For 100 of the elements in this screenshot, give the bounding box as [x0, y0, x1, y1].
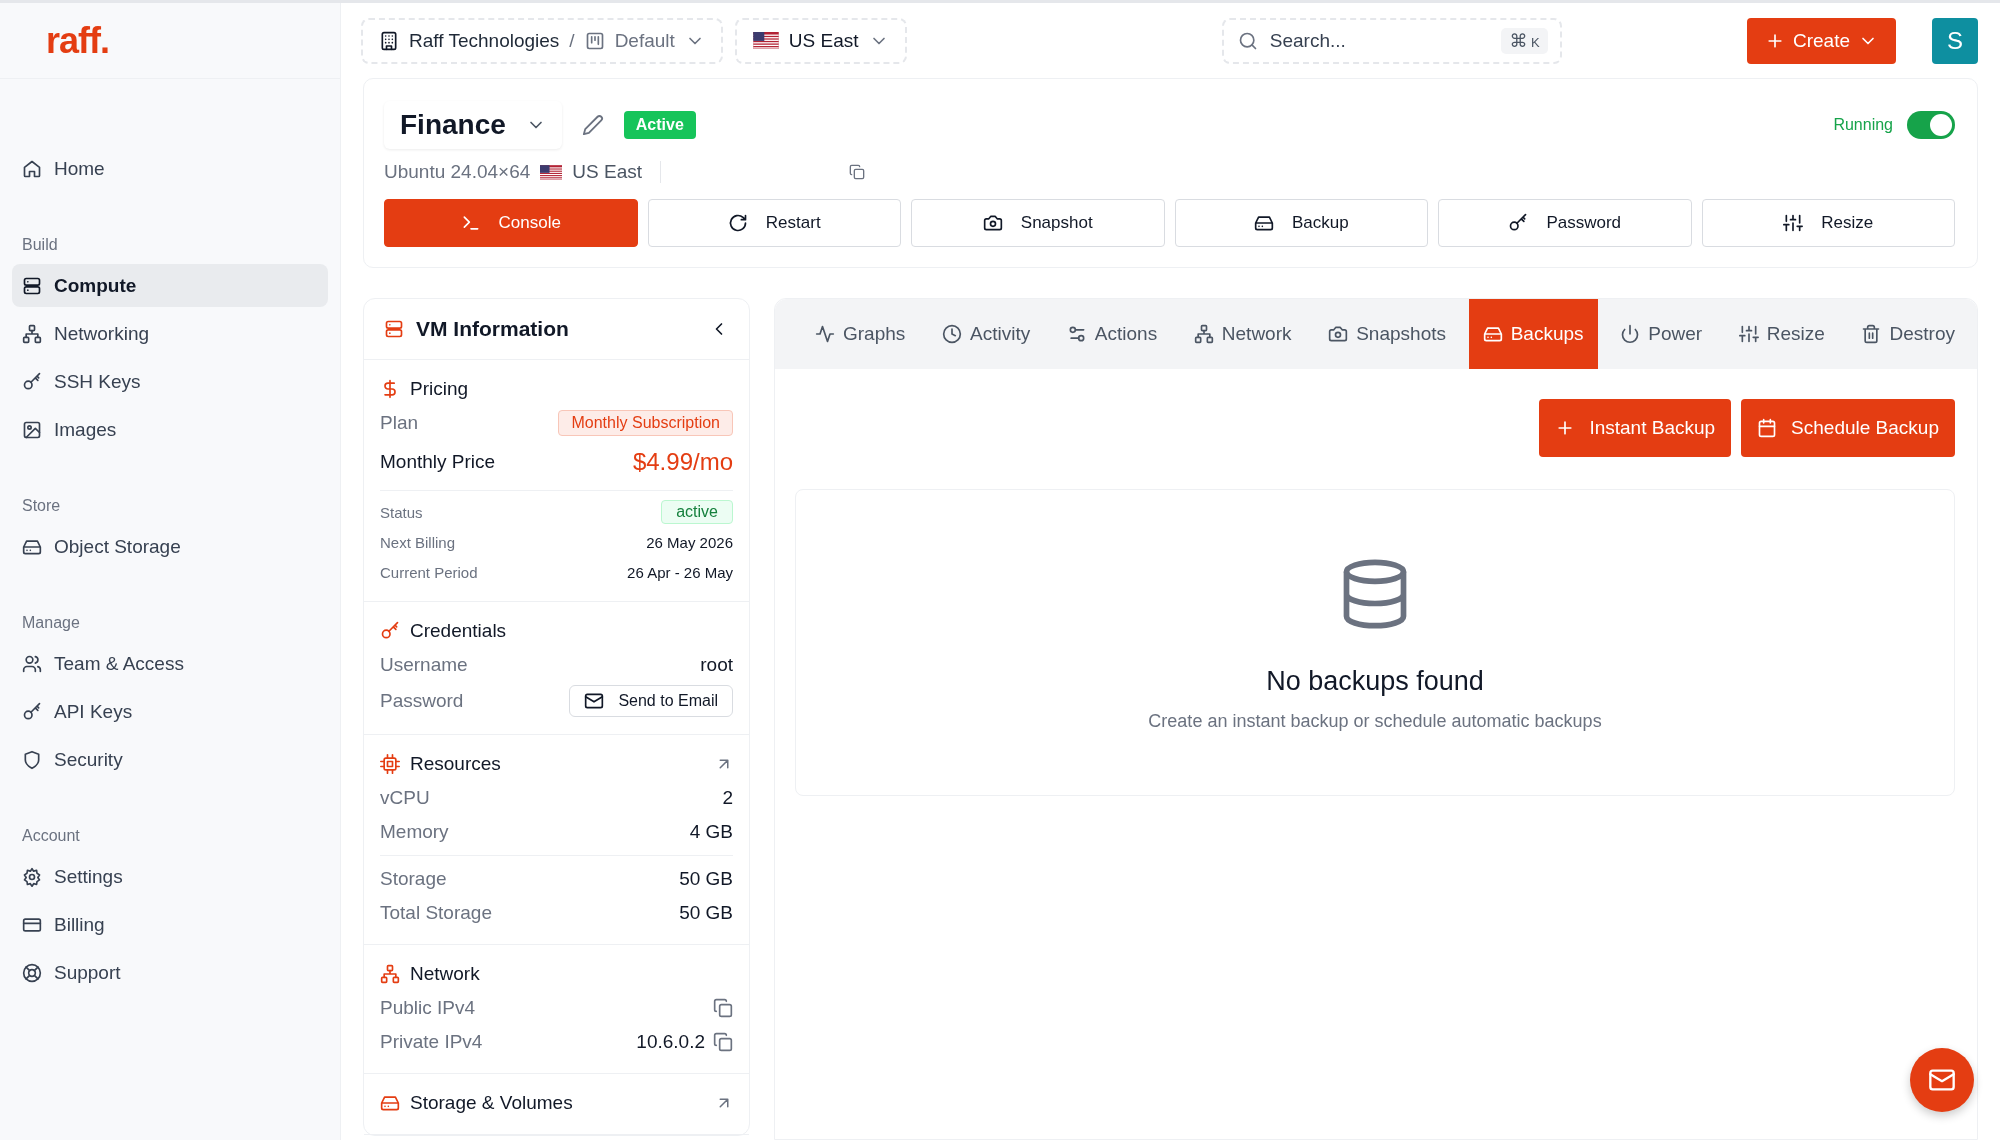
sidebar-item[interactable]: Object Storage: [12, 525, 328, 568]
drive-icon: [1482, 324, 1503, 344]
field-label: Memory: [380, 821, 449, 843]
action-button[interactable]: Resize: [1701, 199, 1955, 247]
tab[interactable]: Backups: [1468, 299, 1598, 369]
key-icon: [1508, 213, 1529, 233]
field-label: Next Billing: [380, 533, 456, 551]
tab[interactable]: Destroy: [1847, 299, 1969, 369]
edit-icon[interactable]: [581, 114, 604, 136]
nav-section-title: Build: [21, 235, 59, 255]
search-icon: [1237, 30, 1258, 51]
avatar[interactable]: S: [1932, 17, 1978, 64]
us-flag-icon: [752, 32, 779, 49]
sidebar-item[interactable]: Security: [12, 738, 328, 781]
field-value: 26 May 2026: [646, 533, 733, 551]
network-icon: [1193, 324, 1214, 344]
organization-name: Raff Technologies: [409, 29, 560, 52]
network-icon: [380, 964, 400, 984]
sidebar-item[interactable]: API Keys: [12, 690, 328, 733]
nav-section-title: Account: [21, 826, 81, 846]
server-icon: [22, 275, 42, 296]
action-button[interactable]: Password: [1438, 199, 1692, 247]
pulse-icon: [815, 324, 835, 344]
sidebar-item[interactable]: SSH Keys: [12, 360, 328, 403]
copy-icon[interactable]: [713, 998, 733, 1018]
vm-name-selector[interactable]: Finance: [384, 101, 562, 149]
sidebar-item[interactable]: Support: [12, 951, 328, 994]
region-selector[interactable]: US East: [734, 17, 907, 64]
tab[interactable]: Activity: [928, 299, 1045, 369]
mail-icon: [584, 691, 605, 711]
settings-icon: [22, 866, 42, 887]
server-icon: [384, 319, 404, 339]
price-value: $4.99/mo: [632, 448, 733, 476]
create-button[interactable]: Create: [1747, 17, 1896, 64]
key-icon: [22, 371, 42, 392]
empty-message: Create an instant backup or schedule automatic backups: [1148, 710, 1602, 732]
field-value: 10.6.0.2: [636, 1031, 705, 1053]
section-title: Pricing: [410, 378, 469, 400]
power-icon: [1620, 324, 1641, 344]
logo[interactable]: raff.: [0, 3, 340, 79]
sliders-icon: [1783, 213, 1804, 233]
tab[interactable]: Graphs: [801, 299, 920, 369]
action-button[interactable]: Backup: [1174, 199, 1428, 247]
section-title: Credentials: [410, 620, 507, 642]
shortcut-hint: ⌘ K: [1501, 27, 1548, 54]
backup-button[interactable]: Schedule Backup: [1741, 399, 1955, 457]
sidebar-item[interactable]: Networking: [12, 312, 328, 355]
breadcrumb-selector[interactable]: Raff Technologies / Default: [361, 17, 723, 64]
chip-icon: [380, 754, 400, 774]
field-label: Private IPv4: [380, 1031, 483, 1053]
sidebar-item[interactable]: Home: [12, 147, 328, 190]
field-value: 50 GB: [679, 902, 733, 924]
status-badge: Active: [623, 111, 696, 139]
field-value: 26 Apr - 26 May: [627, 563, 733, 581]
field-label: Username: [380, 654, 468, 676]
camera-icon: [1328, 324, 1349, 344]
plan-badge: Monthly Subscription: [558, 410, 733, 436]
sidebar-item[interactable]: Team & Access: [12, 642, 328, 685]
tab[interactable]: Snapshots: [1314, 299, 1460, 369]
clock-icon: [942, 324, 962, 344]
copy-icon[interactable]: [849, 164, 866, 180]
sidebar-item[interactable]: Compute: [12, 264, 328, 307]
nav-section-title: Store: [21, 496, 62, 516]
field-label: Status: [380, 503, 423, 521]
trash-icon: [1861, 324, 1882, 344]
send-email-button[interactable]: Send to Email: [569, 685, 733, 717]
action-button[interactable]: Snapshot: [911, 199, 1165, 247]
sidebar-item[interactable]: Billing: [12, 903, 328, 946]
section-title: Network: [410, 963, 480, 985]
key-icon: [380, 621, 400, 641]
users-icon: [22, 653, 42, 674]
field-value: 50 GB: [679, 868, 733, 890]
field-label: Plan: [380, 412, 419, 434]
status-badge: active: [661, 500, 733, 524]
tab[interactable]: Power: [1606, 299, 1717, 369]
field-value: 4 GB: [689, 821, 733, 843]
field-value: 2: [722, 787, 733, 809]
field-label: Monthly Price: [380, 451, 496, 473]
tab[interactable]: Network: [1179, 299, 1306, 369]
backup-button[interactable]: Instant Backup: [1539, 399, 1732, 457]
sliders-icon: [1738, 324, 1759, 344]
tab[interactable]: Actions: [1052, 299, 1172, 369]
running-toggle[interactable]: [1907, 111, 1955, 139]
breadcrumb-separator: /: [569, 29, 575, 52]
tab[interactable]: Resize: [1724, 299, 1839, 369]
image-icon: [22, 419, 42, 440]
sidebar-item[interactable]: Settings: [12, 855, 328, 898]
region-name: US East: [788, 29, 859, 52]
field-label: vCPU: [380, 787, 430, 809]
empty-title: No backups found: [1266, 665, 1484, 697]
running-label: Running: [1833, 116, 1893, 134]
action-button[interactable]: Console: [384, 199, 638, 247]
us-flag-icon: [540, 164, 563, 180]
copy-icon[interactable]: [713, 1032, 733, 1052]
section-title: Storage & Volumes: [410, 1092, 573, 1114]
field-label: Current Period: [380, 563, 478, 581]
key-icon: [22, 701, 42, 722]
action-button[interactable]: Restart: [647, 199, 901, 247]
field-label: Password: [380, 690, 464, 712]
sidebar-item[interactable]: Images: [12, 408, 328, 451]
